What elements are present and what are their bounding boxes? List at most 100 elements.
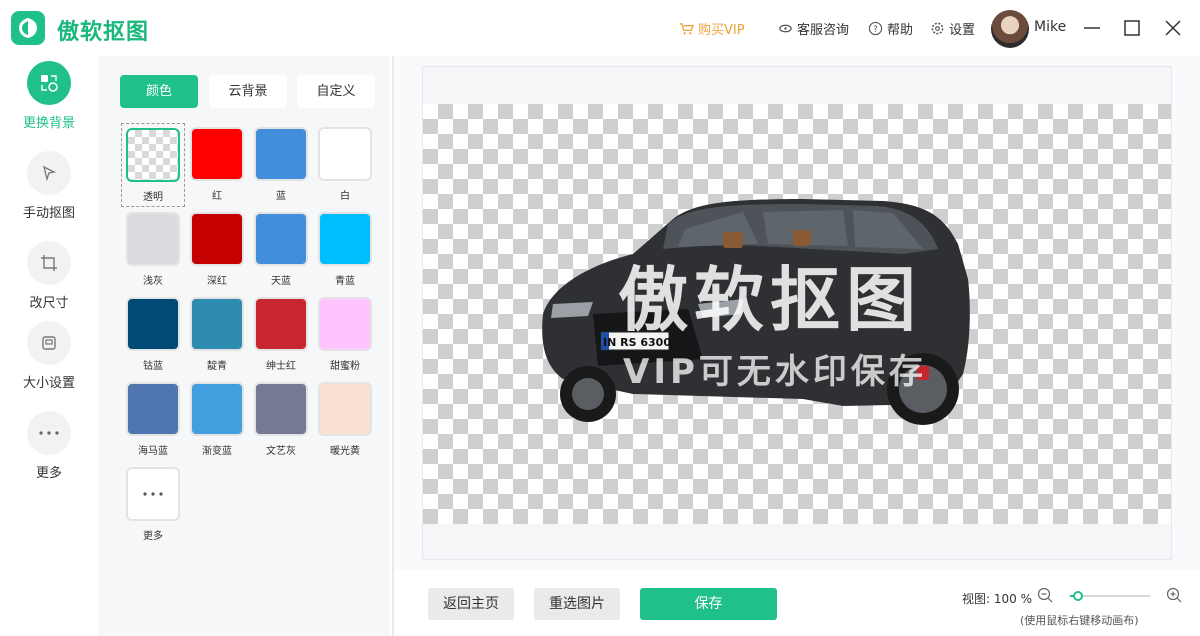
swatch-color [254,382,308,436]
preview-area: IN RS 6300 傲软抠图 VIP可无水印保存 [392,56,1200,570]
title-bar: 傲软抠图 购买VIP 客服咨询 ? 帮助 设置 Mike [0,0,1200,56]
more-icon [27,411,71,455]
watermark-subtitle: VIP可无水印保存 [623,352,927,392]
support-label: 客服咨询 [797,23,850,38]
zoom-slider-thumb[interactable] [1073,591,1083,601]
color-swatch[interactable]: 天蓝 [249,208,313,292]
app-logo-icon [11,11,45,45]
user-avatar[interactable] [991,10,1029,48]
headset-icon [779,24,792,33]
help-label: 帮助 [887,23,914,38]
gear-icon [931,22,944,35]
color-swatch[interactable]: 暖光黄 [313,378,377,462]
color-swatch[interactable]: 甜蜜粉 [313,293,377,377]
zoom-prefix: 视图: [962,592,991,606]
app-title: 傲软抠图 [57,20,150,45]
swatch-color [190,382,244,436]
swatch-color [190,127,244,181]
nav-item-size-settings[interactable]: 大小设置 [0,321,98,391]
swatch-color [190,212,244,266]
background-panel: 颜色 云背景 自定义 透明 红 蓝 白浅灰 深红 天蓝 青蓝钴蓝 靛青 绅士红 甜蜜粉海马蓝 渐变蓝… [98,56,390,636]
swatch-label: 白 [340,191,350,202]
color-swatch[interactable]: 靛青 [185,293,249,377]
swatch-label: 绅士红 [266,361,296,372]
nav-label: 大小设置 [22,376,75,391]
swatch-color [318,212,372,266]
swatch-label: 甜蜜粉 [330,361,360,372]
cart-icon [679,23,694,35]
support-button[interactable]: 客服咨询 [778,19,849,38]
color-swatch[interactable]: 深红 [185,208,249,292]
swatch-color [318,382,372,436]
swatch-label: 文艺灰 [266,446,296,457]
swatch-color [254,127,308,181]
zoom-value: 100 % [993,592,1032,606]
nav-item-manual-cutout[interactable]: 手动抠图 [0,151,98,221]
nav-label: 更多 [35,466,62,481]
back-home-button[interactable]: 返回主页 [428,588,514,620]
color-swatch[interactable]: 渐变蓝 [185,378,249,462]
settings-label: 设置 [949,23,976,38]
swatch-color [254,297,308,351]
zoom-hint: (使用鼠标右键移动画布) [1020,614,1139,627]
swatch-color [254,212,308,266]
buy-vip-label: 购买VIP [698,23,745,38]
nav-label: 更换背景 [22,116,75,131]
zoom-out-icon[interactable] [1037,587,1053,603]
tab-cloud-background[interactable]: 云背景 [209,75,287,108]
swatch-color [126,297,180,351]
color-swatch[interactable]: 绅士红 [249,293,313,377]
help-icon: ? [868,21,883,36]
swatch-label: 深红 [207,276,227,287]
username[interactable]: Mike [1034,19,1066,35]
swatch-label: 钴蓝 [143,361,163,372]
settings-button[interactable]: 设置 [930,19,975,38]
color-swatch[interactable]: 浅灰 [121,208,185,292]
tab-color[interactable]: 颜色 [120,75,198,108]
swatch-label: 天蓝 [271,276,291,287]
color-swatch[interactable]: 文艺灰 [249,378,313,462]
swatch-color [126,382,180,436]
image-canvas[interactable]: IN RS 6300 傲软抠图 VIP可无水印保存 [423,104,1171,524]
reselect-image-button[interactable]: 重选图片 [534,588,620,620]
more-colors-icon [126,467,180,521]
swatch-label: 渐变蓝 [202,446,232,457]
nav-item-more[interactable]: 更多 [0,411,98,481]
color-swatch[interactable]: 白 [313,123,377,207]
bottom-bar: 返回主页 重选图片 保存 视图: 100 % (使用鼠标右键移动画布) [392,570,1200,636]
swap-background-icon [27,61,71,105]
swatch-label: 靛青 [207,361,227,372]
manual-cutout-icon [27,151,71,195]
minimize-icon[interactable] [1080,16,1104,40]
nav-label: 手动抠图 [22,206,75,221]
swatch-color [318,127,372,181]
save-button[interactable]: 保存 [640,588,777,620]
watermark-title: 傲软抠图 [618,259,922,341]
swatch-label: 更多 [143,531,163,542]
buy-vip-button[interactable]: 购买VIP [679,19,745,38]
close-icon[interactable] [1161,16,1185,40]
help-button[interactable]: ? 帮助 [868,19,913,38]
color-swatch[interactable]: 蓝 [249,123,313,207]
swatch-label: 青蓝 [335,276,355,287]
color-swatch[interactable]: 海马蓝 [121,378,185,462]
tab-custom[interactable]: 自定义 [297,75,375,108]
color-swatch[interactable]: 红 [185,123,249,207]
nav-item-resize[interactable]: 改尺寸 [0,241,98,311]
maximize-icon[interactable] [1120,16,1144,40]
canvas-frame: IN RS 6300 傲软抠图 VIP可无水印保存 [422,66,1172,560]
color-swatch[interactable]: 透明 [121,123,185,207]
swatch-label: 暖光黄 [330,446,360,457]
swatch-label: 蓝 [276,191,286,202]
crop-icon [27,241,71,285]
size-settings-icon [27,321,71,365]
zoom-in-icon[interactable] [1166,587,1182,603]
swatch-label: 透明 [143,192,163,203]
color-swatch[interactable]: 钴蓝 [121,293,185,377]
nav-item-change-background[interactable]: 更换背景 [0,61,98,131]
left-nav: 更换背景 手动抠图 改尺寸 大小设置 更多 [0,56,98,636]
zoom-slider[interactable] [1070,591,1150,601]
color-swatch[interactable]: 青蓝 [313,208,377,292]
swatch-color [126,212,180,266]
color-swatch[interactable]: 更多 [121,463,185,547]
